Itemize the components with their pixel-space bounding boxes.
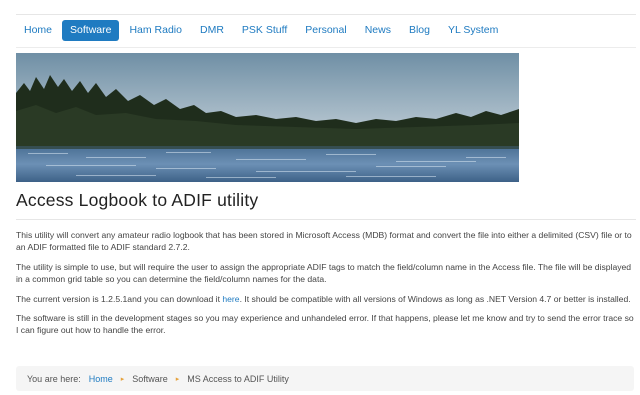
nav-psk-stuff[interactable]: PSK Stuff [234,20,295,41]
nav-ham-radio[interactable]: Ham Radio [121,20,190,41]
breadcrumb-separator-icon: ▸ [175,375,180,383]
nav-yl-system[interactable]: YL System [440,20,506,41]
paragraph-version: The current version is 1.2.5.1and you ca… [16,293,634,305]
download-link[interactable]: here [222,294,239,304]
breadcrumb-software: Software [132,373,168,384]
paragraph-usage: The utility is simple to use, but will r… [16,261,632,285]
version-text-after: . It should be compatible with all versi… [239,293,631,304]
version-text-before: The current version is 1.2.5.1and you ca… [16,293,223,304]
paragraph-intro: This utility will convert any amateur ra… [16,230,632,253]
breadcrumb-label: You are here: [27,373,81,384]
breadcrumb-current: MS Access to ADIF Utility [187,373,289,384]
main-navigation: Home Software Ham Radio DMR PSK Stuff Pe… [16,19,508,41]
nav-personal[interactable]: Personal [297,20,354,41]
breadcrumb-home[interactable]: Home [89,374,113,384]
nav-divider [16,47,636,48]
nav-dmr[interactable]: DMR [192,20,232,41]
article-body: This utility will convert any amateur ra… [16,229,634,344]
breadcrumb: You are here: Home ▸ Software ▸ MS Acces… [16,366,634,391]
paragraph-development: The software is still in the development… [16,313,634,336]
nav-home[interactable]: Home [16,20,60,41]
lake-banner-image [16,53,519,182]
breadcrumb-separator-icon: ▸ [120,375,125,383]
nav-software[interactable]: Software [62,19,120,41]
nav-news[interactable]: News [357,20,399,41]
page-title: Access Logbook to ADIF utility [16,190,259,210]
nav-blog[interactable]: Blog [401,20,438,41]
top-divider [16,14,636,15]
title-divider [16,219,636,220]
